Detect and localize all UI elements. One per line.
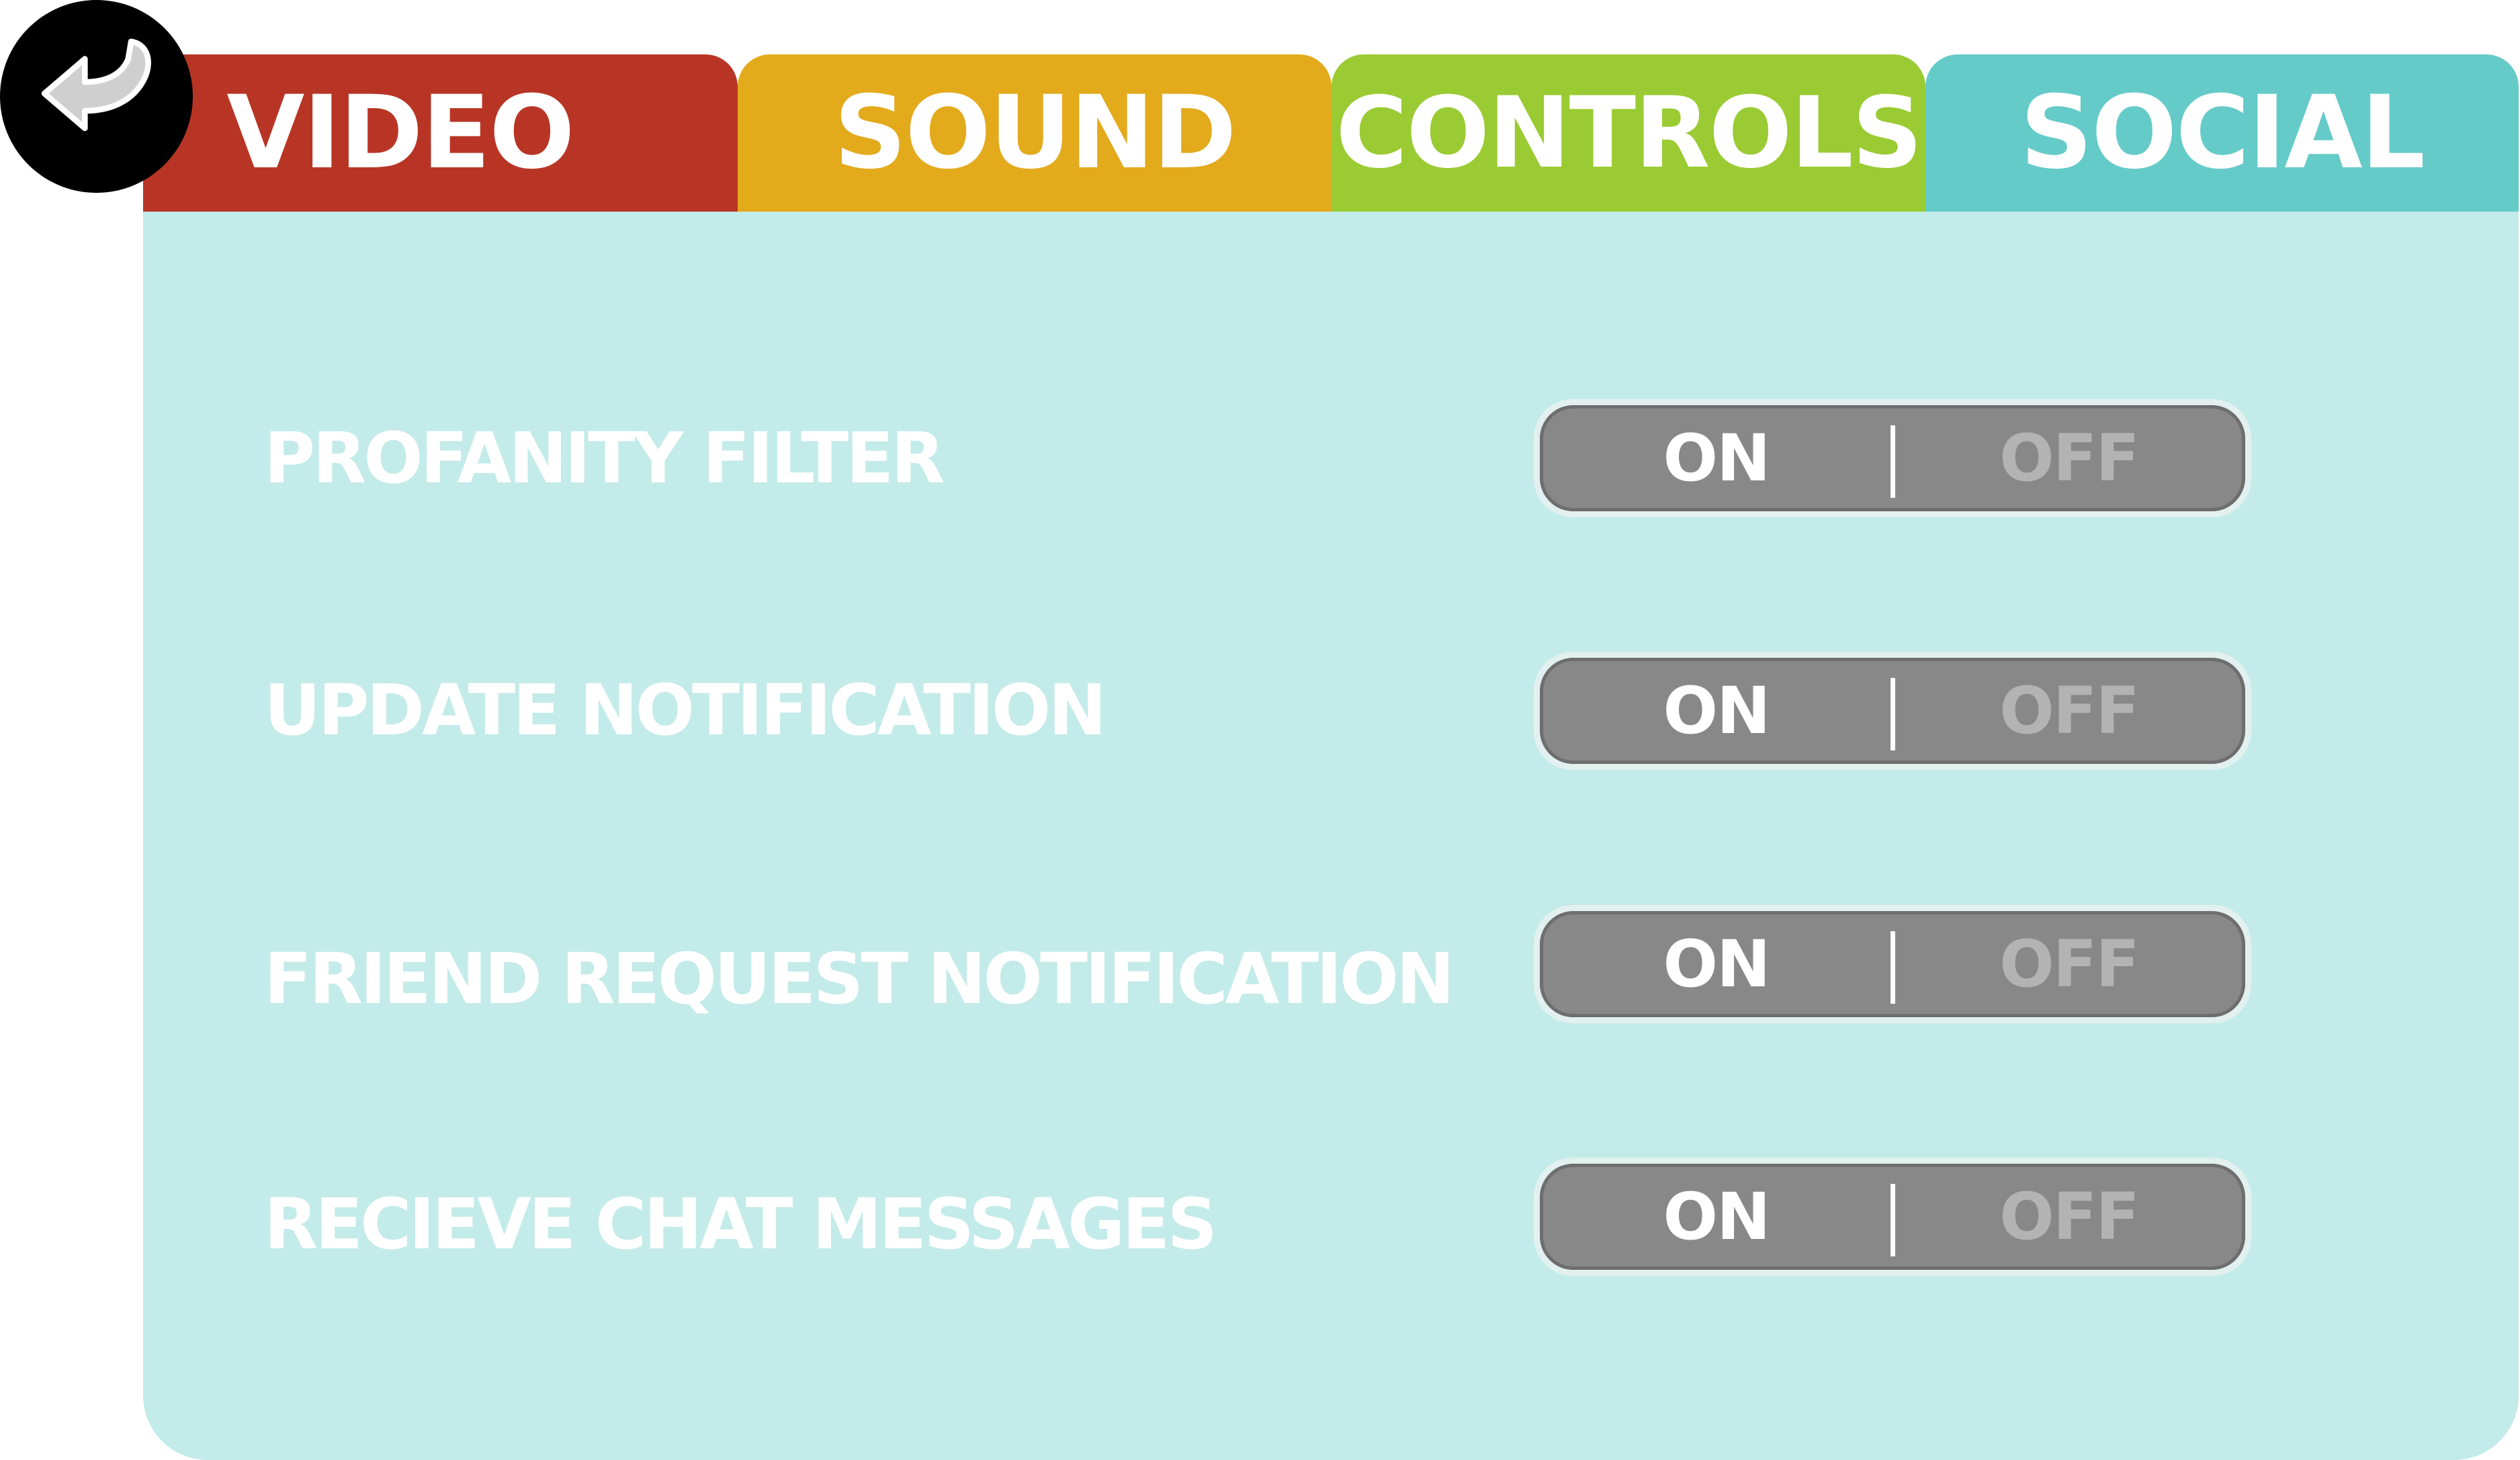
tab-sound-label: SOUND — [834, 75, 1236, 191]
update-notification-label: UPDATE NOTIFICATION — [264, 669, 1106, 751]
back-button[interactable] — [0, 0, 193, 193]
back-arrow-icon — [41, 38, 151, 132]
settings-panel: PROFANITY FILTER ON OFF UPDATE NOTIFICAT… — [143, 212, 2519, 1460]
friend-request-notification-label: FRIEND REQUEST NOTIFICATION — [264, 938, 1454, 1020]
update-notification-toggle[interactable]: ON OFF — [1534, 652, 2251, 770]
profanity-filter-toggle-track[interactable]: ON OFF — [1540, 405, 2245, 511]
update-notification-on-option[interactable]: ON — [1540, 658, 1893, 764]
receive-chat-messages-toggle-track[interactable]: ON OFF — [1540, 1164, 2245, 1270]
tab-controls-label: CONTROLS — [1336, 76, 1923, 190]
update-notification-off-option[interactable]: OFF — [1893, 658, 2245, 764]
friend-request-notification-off-option[interactable]: OFF — [1893, 911, 2245, 1017]
tab-sound[interactable]: SOUND — [738, 54, 1332, 212]
tab-video[interactable]: VIDEO — [143, 54, 738, 212]
profanity-filter-toggle[interactable]: ON OFF — [1534, 399, 2251, 517]
update-notification-toggle-track[interactable]: ON OFF — [1540, 658, 2245, 764]
tab-controls[interactable]: CONTROLS — [1332, 54, 1925, 212]
tab-bar: VIDEO SOUND CONTROLS SOCIAL — [143, 54, 2519, 212]
receive-chat-messages-toggle[interactable]: ON OFF — [1534, 1158, 2251, 1276]
tab-social-label: SOCIAL — [2019, 75, 2425, 191]
receive-chat-messages-label: RECIEVE CHAT MESSAGES — [264, 1183, 1217, 1265]
receive-chat-messages-off-option[interactable]: OFF — [1893, 1164, 2245, 1270]
receive-chat-messages-on-option[interactable]: ON — [1540, 1164, 1893, 1270]
profanity-filter-off-option[interactable]: OFF — [1893, 405, 2245, 511]
tab-social[interactable]: SOCIAL — [1925, 54, 2519, 212]
tab-video-label: VIDEO — [226, 75, 574, 191]
profanity-filter-label: PROFANITY FILTER — [264, 417, 945, 499]
profanity-filter-on-option[interactable]: ON — [1540, 405, 1893, 511]
friend-request-notification-toggle-track[interactable]: ON OFF — [1540, 911, 2245, 1017]
friend-request-notification-toggle[interactable]: ON OFF — [1534, 905, 2251, 1023]
friend-request-notification-on-option[interactable]: ON — [1540, 911, 1893, 1017]
